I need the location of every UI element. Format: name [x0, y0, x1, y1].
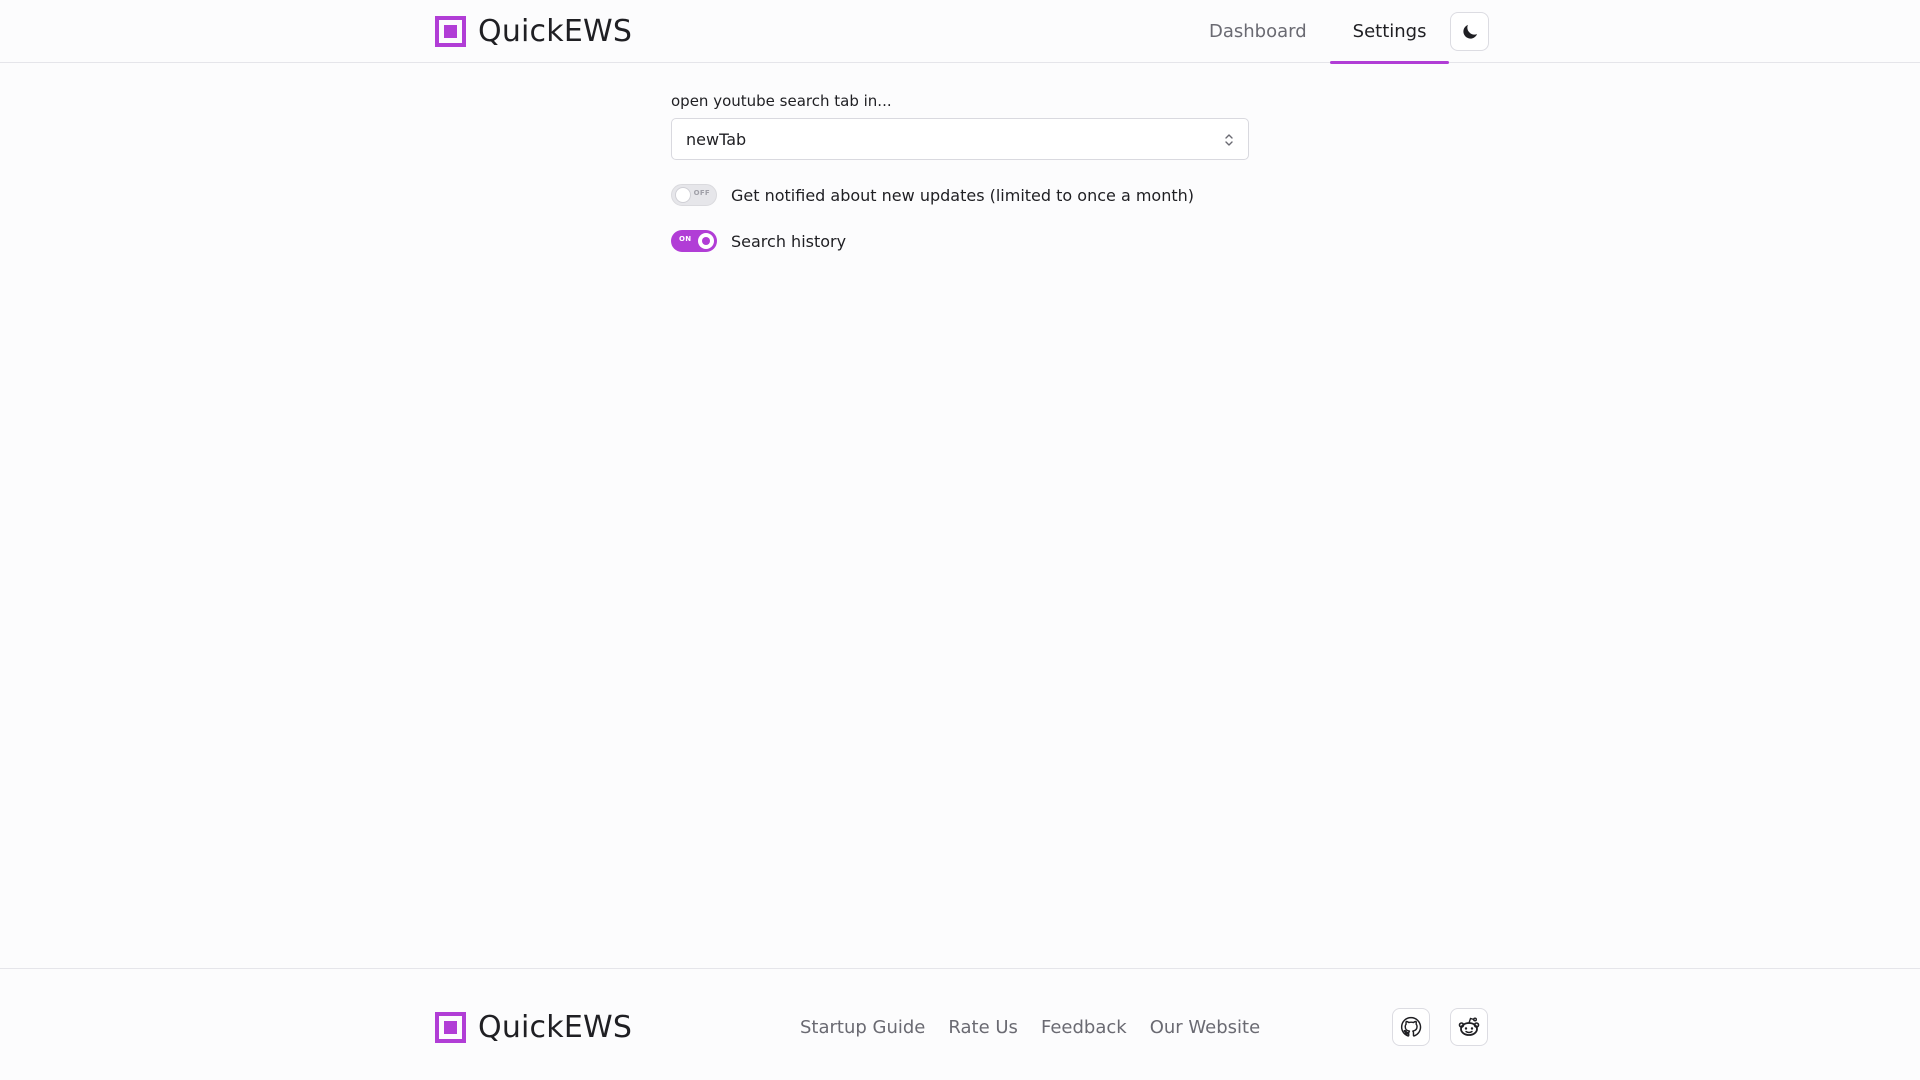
search-history-label: Search history: [731, 231, 847, 251]
footer-link-feedback[interactable]: Feedback: [1041, 1017, 1127, 1038]
theme-toggle-button[interactable]: [1450, 12, 1489, 51]
toggle-knob: [675, 187, 691, 203]
reddit-button[interactable]: [1450, 1008, 1488, 1046]
notify-updates-toggle[interactable]: OFF: [671, 184, 717, 206]
footer-brand-name: QuickEWS: [478, 1009, 633, 1045]
search-history-row: ON Search history: [671, 226, 1249, 256]
toggle-state-text: OFF: [693, 189, 710, 197]
github-icon: [1400, 1016, 1422, 1037]
moon-icon: [1462, 24, 1477, 39]
footer-link-rate-us[interactable]: Rate Us: [948, 1017, 1018, 1038]
settings-panel: open youtube search tab in... newTab OFF…: [671, 88, 1249, 256]
nav-item-dashboard[interactable]: Dashboard: [1186, 0, 1330, 63]
search-history-toggle[interactable]: ON: [671, 230, 717, 252]
brand-name: QuickEWS: [478, 13, 633, 49]
toggle-state-text: ON: [679, 235, 692, 243]
open-tab-label: open youtube search tab in...: [671, 92, 892, 110]
chevron-up-down-icon: [1225, 134, 1233, 146]
top-header: QuickEWS Dashboard Settings: [0, 0, 1920, 64]
reddit-icon: [1458, 1017, 1480, 1036]
footer-link-our-website[interactable]: Our Website: [1150, 1017, 1260, 1038]
logo-icon: [435, 15, 466, 47]
open-tab-select[interactable]: newTab: [671, 118, 1249, 160]
open-tab-select-value: newTab: [686, 129, 747, 149]
footer-brand-link[interactable]: QuickEWS: [435, 1009, 633, 1045]
footer-links: Startup Guide Rate Us Feedback Our Websi…: [800, 1009, 1260, 1045]
footer: QuickEWS Startup Guide Rate Us Feedback …: [0, 968, 1920, 1080]
notify-updates-row: OFF Get notified about new updates (limi…: [671, 180, 1249, 210]
nav-item-settings[interactable]: Settings: [1329, 0, 1450, 64]
github-button[interactable]: [1392, 1008, 1430, 1046]
logo-icon: [435, 1011, 466, 1043]
main-nav: Dashboard Settings: [1186, 0, 1450, 64]
notify-updates-label: Get notified about new updates (limited …: [731, 185, 1195, 205]
footer-link-startup-guide[interactable]: Startup Guide: [800, 1017, 925, 1038]
brand-logo-link[interactable]: QuickEWS: [435, 13, 633, 49]
toggle-knob: [698, 233, 714, 249]
